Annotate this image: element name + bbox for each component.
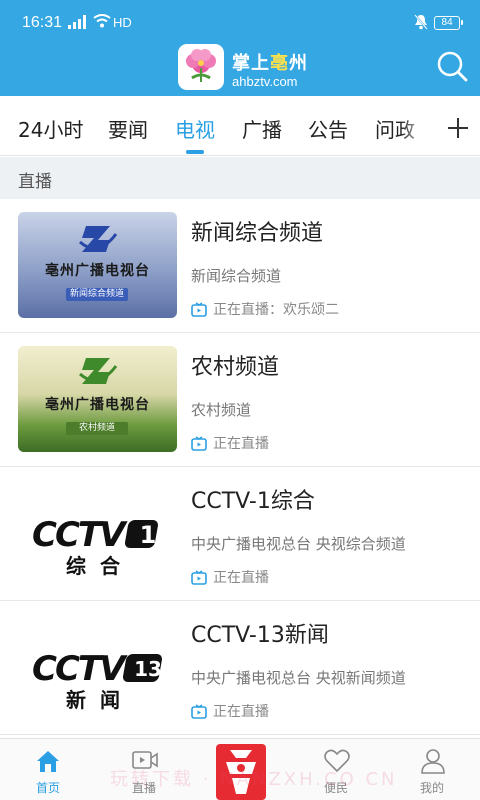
section-title: 直播 xyxy=(18,172,52,192)
tab-news[interactable]: 要闻 xyxy=(108,114,148,143)
channel-thumbnail: 亳州广播电视台 新闻综合频道 xyxy=(18,212,177,318)
live-status-text: 正在直播 xyxy=(213,570,269,586)
live-status-text: 正在直播 xyxy=(213,436,269,452)
app-name-part1: 掌上 xyxy=(232,53,270,74)
live-status: 正在直播 xyxy=(191,433,269,453)
app-url: ahbztv.com xyxy=(232,74,298,89)
app-logo xyxy=(178,44,224,90)
tab-fade xyxy=(400,96,430,155)
thumb-channel-label: 综合 xyxy=(66,554,134,578)
search-icon[interactable] xyxy=(436,50,468,82)
thumb-channel-band: 农村频道 xyxy=(66,422,128,435)
channel-subtitle: 新闻综合频道 xyxy=(191,267,282,285)
live-status: 正在直播 xyxy=(191,567,269,587)
home-icon xyxy=(37,751,59,772)
channel-row[interactable]: CCTV 1 综合 CCTV-1综合 中央广播电视总台 央视综合频道 正在直播 xyxy=(0,467,480,601)
app-header: 16:31 HD 84 掌上亳州 ahbztv.com xyxy=(0,0,480,96)
thumb-channel-band: 新闻综合频道 xyxy=(66,288,128,301)
mute-bell-icon xyxy=(414,14,428,30)
app-name: 掌上亳州 xyxy=(232,49,308,75)
svg-text:CCTV: CCTV xyxy=(32,515,128,555)
channel-thumbnail: 亳州广播电视台 农村频道 xyxy=(18,346,177,452)
watermark: 玩转下载 · NANZXH.CO CN xyxy=(110,769,398,790)
tv-icon xyxy=(191,436,207,451)
channel-thumbnail: CCTV 1 综合 xyxy=(18,480,177,586)
nav-mine-label: 我的 xyxy=(419,781,444,795)
channel-title: 新闻综合频道 xyxy=(191,221,324,246)
nav-home-label: 首页 xyxy=(35,781,60,795)
status-bar: 16:31 HD 84 xyxy=(0,0,480,48)
tv-icon xyxy=(191,302,207,317)
status-time: 16:31 xyxy=(22,14,63,31)
channel-title: CCTV-1综合 xyxy=(191,489,315,514)
section-header: 直播 xyxy=(0,157,480,199)
add-tab-button[interactable] xyxy=(428,100,480,152)
tv-icon xyxy=(191,704,207,719)
channel-row[interactable]: CCTV 13 新闻 CCTV-13新闻 中央广播电视总台 央视新闻频道 正在直… xyxy=(0,601,480,735)
nav-mine[interactable]: 我的 xyxy=(384,739,480,800)
channel-row[interactable]: 亳州广播电视台 农村频道 农村频道 农村频道 正在直播 xyxy=(0,333,480,467)
channel-subtitle: 中央广播电视总台 央视综合频道 xyxy=(191,535,406,553)
svg-text:1: 1 xyxy=(140,521,157,549)
svg-text:13: 13 xyxy=(134,657,162,681)
live-status-text: 正在直播：欢乐颂二 xyxy=(213,302,339,318)
signal-icon xyxy=(68,15,86,29)
tv-icon xyxy=(191,570,207,585)
tab-24h[interactable]: 24小时 xyxy=(18,114,83,143)
peony-logo-icon xyxy=(186,49,216,82)
network-type: HD xyxy=(113,15,132,30)
channel-title: 农村频道 xyxy=(191,355,280,380)
live-status: 正在直播：欢乐颂二 xyxy=(191,299,339,319)
category-tabs: 24小时 要闻 电视 广播 公告 问政 xyxy=(0,96,480,156)
wifi-icon xyxy=(93,14,111,28)
battery-indicator: 84 xyxy=(434,16,463,30)
user-icon xyxy=(421,749,445,774)
channel-subtitle: 农村频道 xyxy=(191,401,252,419)
channel-row[interactable]: 亳州广播电视台 新闻综合频道 新闻综合频道 新闻综合频道 正在直播：欢乐颂二 xyxy=(0,199,480,333)
thumb-station-name: 亳州广播电视台 xyxy=(45,397,150,413)
app-name-part2: 亳 xyxy=(270,53,289,74)
svg-text:CCTV: CCTV xyxy=(32,649,128,689)
active-tab-indicator xyxy=(186,150,204,154)
tab-notice[interactable]: 公告 xyxy=(308,114,348,143)
channel-thumbnail: CCTV 13 新闻 xyxy=(18,614,177,720)
nav-home[interactable]: 首页 xyxy=(0,739,96,800)
tab-tv[interactable]: 电视 xyxy=(175,114,215,143)
thumb-channel-label: 新闻 xyxy=(66,688,134,712)
channel-title: CCTV-13新闻 xyxy=(191,623,329,648)
plus-icon xyxy=(448,118,468,138)
tab-radio[interactable]: 广播 xyxy=(242,114,282,143)
live-status-text: 正在直播 xyxy=(213,704,269,720)
channel-subtitle: 中央广播电视总台 央视新闻频道 xyxy=(191,669,406,687)
app-name-part3: 州 xyxy=(289,53,308,74)
thumb-station-name: 亳州广播电视台 xyxy=(45,263,150,279)
live-status: 正在直播 xyxy=(191,701,269,721)
